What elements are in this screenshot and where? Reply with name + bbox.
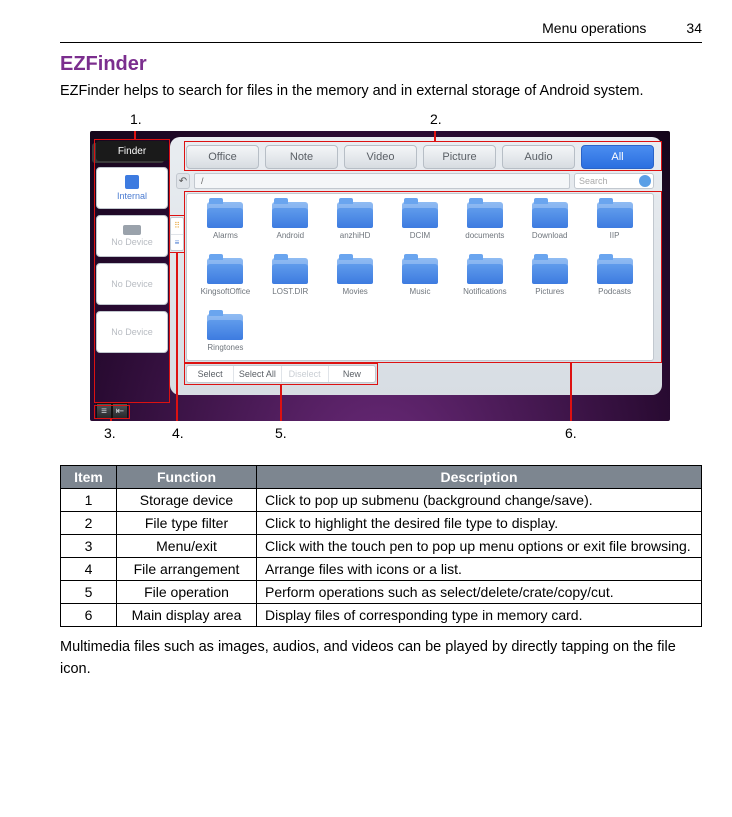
folder-item[interactable]: anzhiHD [325, 200, 386, 254]
menu-button[interactable]: ≡ [96, 403, 112, 419]
intro-text: EZFinder helps to search for files in th… [60, 80, 702, 103]
back-button[interactable]: ↶ [176, 173, 190, 189]
grid-icon: ⠿ [174, 224, 180, 228]
finder-tab[interactable]: Finder [96, 141, 168, 161]
folder-item[interactable]: Notifications [454, 256, 515, 310]
header-section: Menu operations [542, 20, 646, 36]
folder-icon [337, 258, 373, 284]
folder-icon [272, 202, 308, 228]
list-icon: ≡ [175, 238, 180, 247]
sidebar: Finder Internal No Device No Device No D… [96, 141, 168, 403]
storage-slot-3[interactable]: No Device [96, 263, 168, 305]
filter-office[interactable]: Office [186, 145, 259, 169]
file-type-filters: Office Note Video Picture Audio All [186, 145, 654, 169]
table-row: 4File arrangementArrange files with icon… [61, 558, 702, 581]
arrangement-toggle[interactable]: ⠿ ≡ [170, 217, 184, 251]
callout-5: 5. [275, 425, 287, 441]
storage-internal[interactable]: Internal [96, 167, 168, 209]
outro-text: Multimedia files such as images, audios,… [60, 637, 702, 681]
folder-item[interactable]: documents [454, 200, 515, 254]
folder-item[interactable]: DCIM [390, 200, 451, 254]
list-view-button[interactable]: ≡ [171, 234, 183, 251]
folder-icon [597, 202, 633, 228]
callouts-top: 1. 2. [60, 111, 702, 129]
th-function: Function [117, 466, 257, 489]
folder-item[interactable]: KingsoftOffice [195, 256, 256, 310]
op-new[interactable]: New [328, 366, 375, 382]
callout-3: 3. [104, 425, 116, 441]
folder-icon [207, 314, 243, 340]
table-row: 2File type filterClick to highlight the … [61, 512, 702, 535]
folder-item[interactable]: Download [519, 200, 580, 254]
callout-line [134, 131, 136, 139]
folder-icon [597, 258, 633, 284]
table-row: 5File operationPerform operations such a… [61, 581, 702, 604]
callout-line [110, 419, 112, 421]
callout-4: 4. [172, 425, 184, 441]
op-deselect[interactable]: Diselect [281, 366, 328, 382]
folder-icon [272, 258, 308, 284]
search-input[interactable]: Search [574, 173, 654, 189]
filter-picture[interactable]: Picture [423, 145, 496, 169]
callout-6: 6. [565, 425, 577, 441]
usb-icon [123, 225, 141, 235]
storage-slot-4[interactable]: No Device [96, 311, 168, 353]
header-page-number: 34 [686, 20, 702, 36]
function-table: Item Function Description 1Storage devic… [60, 465, 702, 627]
storage-label: No Device [111, 327, 153, 337]
table-row: 3Menu/exitClick with the touch pen to po… [61, 535, 702, 558]
path-row: ↶ / Search [176, 173, 654, 189]
callout-1: 1. [130, 111, 142, 127]
folder-item[interactable]: LOST.DIR [260, 256, 321, 310]
storage-label: No Device [111, 237, 153, 247]
folder-item[interactable]: Pictures [519, 256, 580, 310]
op-select[interactable]: Select [187, 366, 233, 382]
callout-2: 2. [430, 111, 442, 127]
filter-all[interactable]: All [581, 145, 654, 169]
storage-usb[interactable]: No Device [96, 215, 168, 257]
search-icon [639, 175, 651, 187]
exit-button[interactable]: ⇤ [112, 403, 128, 419]
callouts-bottom: 3. 4. 5. 6. [60, 425, 702, 447]
sd-card-icon [125, 175, 139, 189]
folder-icon [207, 258, 243, 284]
filter-audio[interactable]: Audio [502, 145, 575, 169]
folder-icon [337, 202, 373, 228]
file-grid: Alarms Android anzhiHD DCIM documents Do… [186, 193, 654, 361]
folder-icon [207, 202, 243, 228]
icon-view-button[interactable]: ⠿ [171, 218, 183, 234]
ezfinder-screenshot: Finder Internal No Device No Device No D… [90, 131, 670, 421]
menu-exit-bar: ≡ ⇤ [96, 403, 128, 419]
folder-icon [467, 258, 503, 284]
filter-note[interactable]: Note [265, 145, 338, 169]
folder-item[interactable]: Ringtones [195, 312, 256, 366]
folder-item[interactable]: Android [260, 200, 321, 254]
th-item: Item [61, 466, 117, 489]
storage-label: Internal [117, 191, 147, 201]
folder-item[interactable]: IIP [584, 200, 645, 254]
file-operations: Select Select All Diselect New [186, 365, 376, 383]
folder-icon [402, 202, 438, 228]
folder-icon [532, 202, 568, 228]
folder-icon [467, 202, 503, 228]
page-title: EZFinder [60, 53, 702, 76]
page-header: Menu operations 34 [60, 20, 702, 43]
path-display[interactable]: / [194, 173, 570, 189]
folder-item[interactable]: Alarms [195, 200, 256, 254]
table-header-row: Item Function Description [61, 466, 702, 489]
folder-item[interactable]: Music [390, 256, 451, 310]
folder-item[interactable]: Podcasts [584, 256, 645, 310]
table-row: 6Main display areaDisplay files of corre… [61, 604, 702, 627]
search-placeholder: Search [579, 176, 608, 186]
table-row: 1Storage deviceClick to pop up submenu (… [61, 489, 702, 512]
folder-item[interactable]: Movies [325, 256, 386, 310]
storage-label: No Device [111, 279, 153, 289]
op-select-all[interactable]: Select All [233, 366, 280, 382]
th-description: Description [257, 466, 702, 489]
folder-icon [402, 258, 438, 284]
folder-icon [532, 258, 568, 284]
filter-video[interactable]: Video [344, 145, 417, 169]
